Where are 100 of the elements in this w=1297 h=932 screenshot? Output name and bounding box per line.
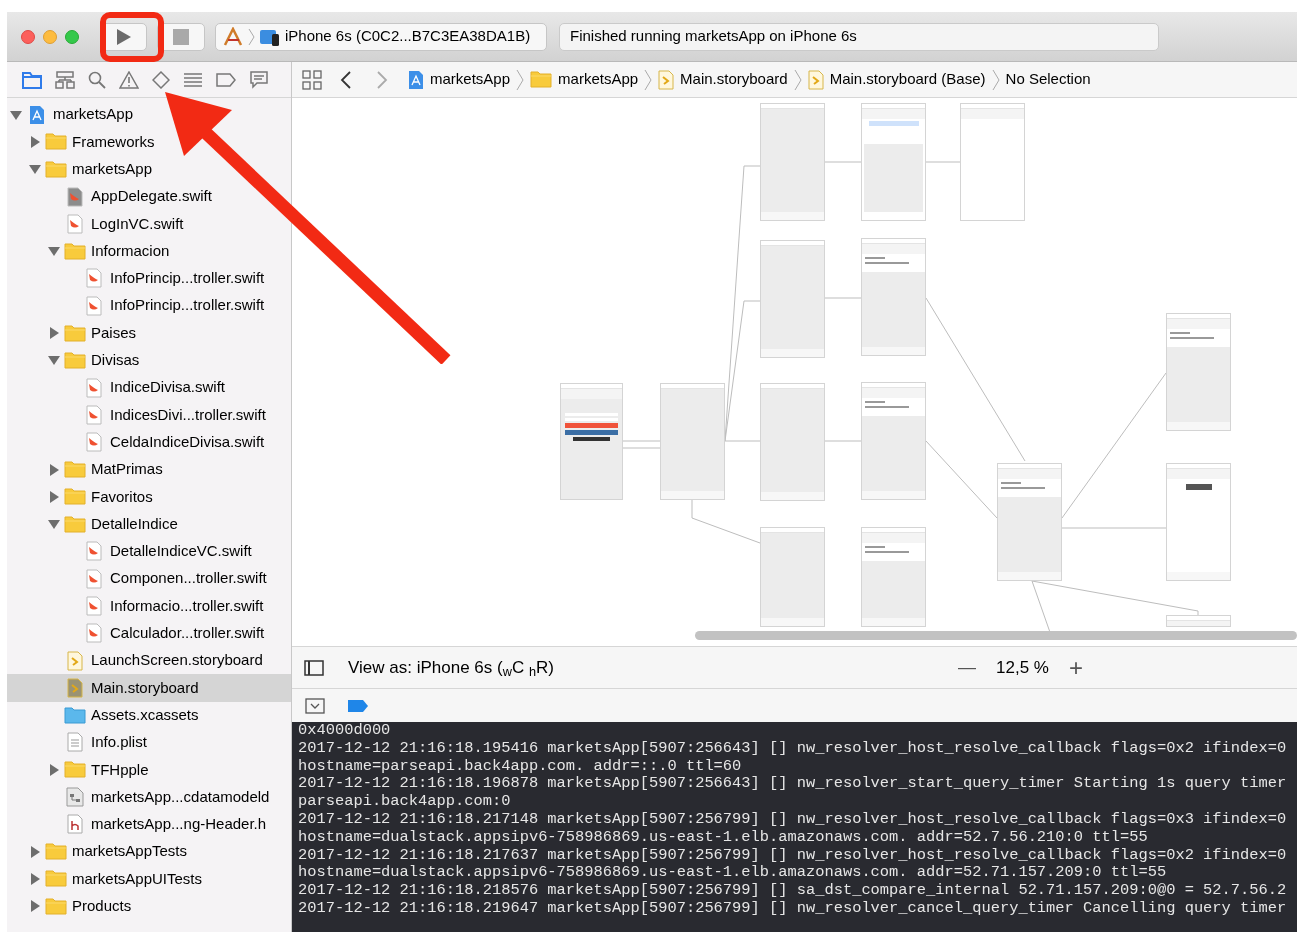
back-icon[interactable] bbox=[340, 69, 352, 90]
file-tree-item[interactable]: marketsAppUITests bbox=[7, 865, 291, 893]
breadcrumb-item[interactable]: marketsApp bbox=[430, 68, 511, 91]
file-tree-item[interactable]: InfoPrincip...troller.swift bbox=[7, 264, 291, 293]
folder-icon bbox=[64, 324, 86, 342]
disclosure-triangle-icon[interactable] bbox=[47, 762, 61, 777]
swift-file-icon bbox=[67, 213, 83, 234]
zoom-in-button[interactable]: + bbox=[1065, 655, 1087, 680]
disclosure-triangle-icon[interactable] bbox=[47, 326, 61, 340]
folder-icon bbox=[45, 897, 67, 915]
zoom-level: 12,5 % bbox=[996, 656, 1049, 679]
disclosure-triangle-icon[interactable] bbox=[28, 899, 42, 914]
swift-file-icon bbox=[86, 541, 102, 562]
file-tree-item[interactable]: marketsApp bbox=[7, 101, 291, 129]
scheme-selector[interactable]: iPhone 6s (C0C2...B7C3EA38DA1B) bbox=[215, 22, 547, 51]
view-as-label[interactable]: View as: iPhone 6s ($_{w}$C $_{h}$R) bbox=[348, 654, 554, 681]
file-tree-item[interactable]: Products bbox=[7, 892, 291, 920]
file-tree-item[interactable]: Informacion bbox=[7, 237, 291, 265]
console-line: hostname=dualstack.appsipv6-758986869.us-east-1.elb.amazonaws.com. addr=52.7.56.210:0 ttl=55 bbox=[298, 828, 1149, 847]
file-tree-item[interactable]: DetalleIndiceVC.swift bbox=[7, 537, 291, 566]
navigation-bar bbox=[1167, 319, 1230, 329]
sidebar-toggle-icon[interactable] bbox=[304, 659, 324, 676]
file-tree-item[interactable]: Paises bbox=[7, 319, 291, 347]
folder-icon bbox=[64, 351, 86, 369]
breadcrumb-item[interactable]: Main.storyboard (Base) bbox=[829, 68, 986, 91]
file-tree-item[interactable]: Main.storyboard bbox=[7, 674, 291, 702]
register-button-preview bbox=[565, 430, 618, 435]
collapse-debug-icon[interactable] bbox=[305, 697, 325, 714]
warning-icon[interactable] bbox=[119, 70, 139, 89]
storyboard-file-icon bbox=[807, 69, 824, 90]
search-bar-preview bbox=[868, 121, 919, 126]
navigation-bar bbox=[862, 388, 925, 398]
console-line: 0x4000d000 bbox=[298, 722, 392, 740]
file-tree-item[interactable]: MatPrimas bbox=[7, 455, 291, 484]
file-tree-item[interactable]: Componen...troller.swift bbox=[7, 565, 291, 593]
breadcrumb-item[interactable]: Main.storyboard bbox=[680, 68, 788, 91]
breadcrumb-item[interactable]: No Selection bbox=[1005, 68, 1091, 91]
storyboard-file-icon bbox=[67, 650, 83, 671]
zoom-out-button[interactable]: — bbox=[954, 654, 981, 681]
folder-icon bbox=[45, 843, 67, 861]
folder-icon bbox=[64, 515, 86, 533]
file-tree-item[interactable]: marketsApp...ng-Header.h bbox=[7, 810, 291, 838]
hierarchy-icon[interactable] bbox=[55, 70, 75, 89]
toolbar-strip bbox=[761, 618, 824, 626]
breakpoint-icon[interactable] bbox=[347, 698, 369, 713]
disclosure-triangle-icon[interactable] bbox=[28, 871, 42, 886]
disclosure-triangle-icon[interactable] bbox=[47, 489, 61, 504]
file-tree-item[interactable]: Calculador...troller.swift bbox=[7, 619, 291, 647]
file-tree-item[interactable]: AppDelegate.swift bbox=[7, 182, 291, 211]
data-model-icon bbox=[66, 787, 84, 808]
console-line: 2017-12-12 21:16:18.217148 marketsApp[5907:256799] [] nw_resolver_host_resolve_callback flags=0x3 ifindex=0 bbox=[298, 811, 1288, 829]
chat-icon[interactable] bbox=[249, 70, 269, 89]
zoom-window-button[interactable] bbox=[65, 29, 79, 44]
file-tree-item[interactable]: LogInVC.swift bbox=[7, 210, 291, 238]
toolbar-strip bbox=[862, 491, 925, 499]
file-tree-item[interactable]: marketsApp bbox=[7, 155, 291, 183]
file-tree-item[interactable]: DetalleIndice bbox=[7, 510, 291, 538]
search-icon[interactable] bbox=[88, 70, 106, 89]
disclosure-triangle-icon[interactable] bbox=[47, 462, 61, 477]
breadcrumb-item[interactable]: marketsApp bbox=[558, 68, 639, 91]
file-tree-item[interactable]: LaunchScreen.storyboard bbox=[7, 646, 291, 675]
file-tree-item[interactable]: marketsAppTests bbox=[7, 838, 291, 866]
toolbar-strip bbox=[998, 572, 1061, 580]
grid-icon[interactable] bbox=[302, 69, 322, 90]
close-window-button[interactable] bbox=[21, 29, 35, 44]
file-tree-item[interactable]: marketsApp...cdatamodeld bbox=[7, 783, 291, 811]
file-tree-item[interactable]: Assets.xcassets bbox=[7, 701, 291, 729]
diamond-icon[interactable] bbox=[152, 70, 170, 89]
file-tree-item[interactable]: TFHpple bbox=[7, 756, 291, 784]
file-tree-item[interactable]: Frameworks bbox=[7, 128, 291, 156]
chevron-icon bbox=[516, 68, 525, 91]
file-tree-item[interactable]: Divisas bbox=[7, 346, 291, 374]
swift-file-icon bbox=[86, 568, 102, 589]
toolbar-strip bbox=[862, 618, 925, 626]
file-tree-item[interactable]: IndicesDivi...troller.swift bbox=[7, 401, 291, 429]
disclosure-triangle-icon[interactable] bbox=[28, 844, 42, 859]
chevron-icon bbox=[248, 27, 255, 46]
file-tree-item[interactable]: IndiceDivisa.swift bbox=[7, 373, 291, 402]
highlight-frame bbox=[100, 12, 164, 62]
folder-icon[interactable] bbox=[22, 70, 42, 89]
folder-icon bbox=[64, 761, 86, 779]
file-tree-item[interactable]: Favoritos bbox=[7, 483, 291, 511]
scene-frame[interactable] bbox=[1166, 463, 1231, 581]
file-tree-item[interactable]: CeldaIndiceDivisa.swift bbox=[7, 428, 291, 456]
tag-icon[interactable] bbox=[216, 71, 236, 88]
console-line: parseapi.back4app.com:0 bbox=[298, 793, 512, 811]
list-icon[interactable] bbox=[183, 70, 203, 89]
folder-icon bbox=[530, 71, 553, 88]
file-tree-item[interactable]: InfoPrincip...troller.swift bbox=[7, 292, 291, 320]
file-tree-item[interactable]: Info.plist bbox=[7, 728, 291, 757]
horizontal-scrollbar[interactable] bbox=[695, 631, 1297, 640]
file-tree-item[interactable]: Informacio...troller.swift bbox=[7, 592, 291, 620]
play-icon bbox=[116, 27, 132, 46]
chevron-icon bbox=[793, 68, 802, 91]
swift-file-icon bbox=[86, 295, 102, 316]
toolbar-strip bbox=[1167, 422, 1230, 430]
disclosure-triangle-icon[interactable] bbox=[28, 134, 42, 149]
scene-frame[interactable] bbox=[560, 383, 623, 500]
navigation-bar bbox=[561, 389, 622, 399]
forward-icon[interactable] bbox=[376, 69, 388, 90]
